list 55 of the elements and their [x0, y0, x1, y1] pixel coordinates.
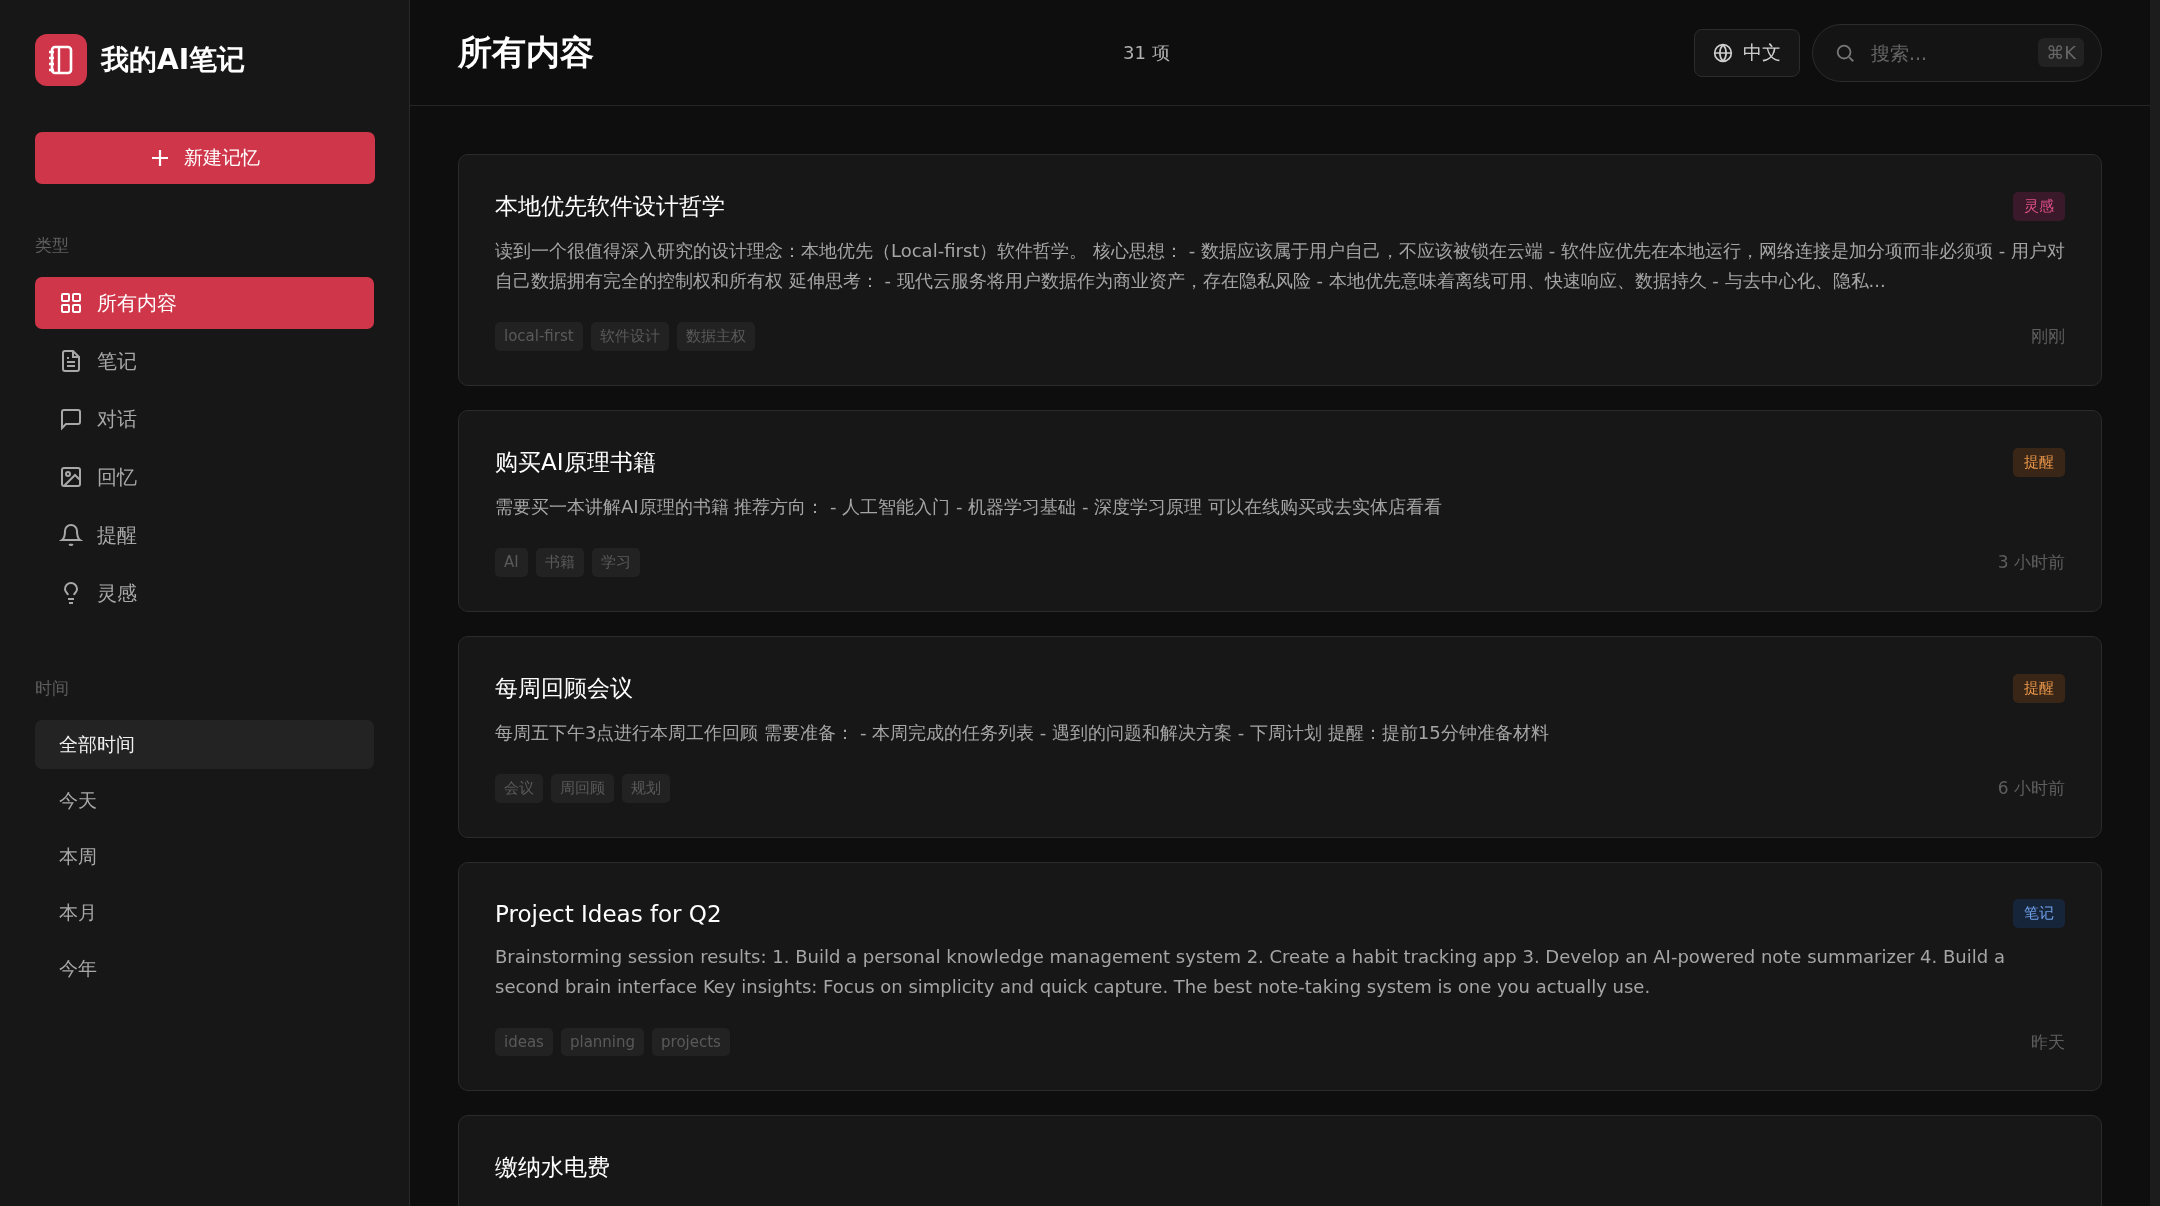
card-title: 每周回顾会议 — [495, 674, 633, 703]
section-label: 时间 — [35, 677, 70, 700]
tag: planning — [560, 1028, 645, 1056]
tag: AI — [495, 548, 528, 577]
nav-item[interactable]: 回忆 — [35, 451, 374, 503]
memory-card[interactable] — [458, 862, 2102, 1091]
card-text: 读到一个很值得深入研究的设计理念：本地优先（Local-first）软件哲学。 核心思想： - 数据应该属于用户自己，不应该被锁在云端 - 软件应优先在本地运行，网络连接是加分项而非必须项 - 用户对自己数据拥有完全的控制权和所有权 延伸思考： - 现代云服务将用户数据作为商业资产，存在隐私风险 - 本地优先意味着离线可用、快速响应、数据持久 - 与去中心化、隐私... — [495, 239, 2065, 293]
time-filter-item[interactable]: 今年 — [35, 944, 374, 993]
card-text: 每周五下午3点进行本周工作回顾 需要准备： - 本周完成的任务列表 - 遇到的问题和解决方案 - 下周计划 提醒：提前15分钟准备材料 — [495, 721, 1550, 745]
nav-item[interactable]: 对话 — [35, 393, 374, 445]
timestamp: 昨天 — [2031, 1030, 2065, 1054]
app-title: 我的AI笔记 — [101, 42, 246, 78]
card-text: 需要买一本讲解AI原理的书籍 推荐方向： - 人工智能入门 - 机器学习基础 - 深度学习原理 可以在线购买或去实体店看看 — [495, 495, 1443, 519]
card-text: Brainstorming session results: 1. Build a personal knowledge management system 2. Create a habit tracking app 3. Develop an AI-powered note summarizer 4. Build a second brain interface Key insights: Focus on simplicity and quick capture. The best note-taking system is one you actually use. — [495, 945, 2006, 999]
category-tag: 提醒 — [2013, 674, 2065, 703]
card-title: 缴纳水电费 — [495, 1153, 610, 1182]
notebook-logo-icon — [35, 34, 87, 86]
chat-icon — [59, 407, 83, 431]
item-count: 31 项 — [1123, 40, 1170, 65]
timestamp: 刚刚 — [2031, 325, 2065, 348]
timestamp: 3 小时前 — [1997, 551, 2065, 574]
time-filter-item[interactable]: 本周 — [35, 832, 374, 881]
time-filter-item[interactable]: 全部时间 — [35, 720, 374, 769]
tag: projects — [652, 1028, 730, 1056]
category-tag: 笔记 — [2013, 899, 2065, 928]
card-title: Project Ideas for Q2 — [495, 900, 722, 927]
time-filter-item[interactable]: 本月 — [35, 888, 374, 937]
card-title: 本地优先软件设计哲学 — [495, 192, 725, 221]
tag: 规划 — [622, 774, 670, 803]
memory-card[interactable]: 缴纳水电费 — [458, 1115, 2102, 1206]
category-tag: 提醒 — [2013, 448, 2065, 477]
globe-icon — [1713, 42, 1733, 63]
nav-item[interactable]: 提醒 — [35, 509, 374, 561]
category-tag: 灵感 — [2013, 192, 2065, 221]
tag: 书籍 — [535, 548, 584, 577]
tag: ideas — [495, 1028, 553, 1056]
page-title: 所有内容 — [458, 30, 595, 74]
memory-card[interactable] — [458, 154, 2102, 386]
time-filter-item[interactable]: 今天 — [35, 776, 374, 825]
card-title: 购买AI原理书籍 — [495, 448, 656, 477]
tag: local-first — [495, 322, 583, 351]
nav-item[interactable]: 所有内容 — [35, 277, 374, 329]
bell-icon — [59, 523, 83, 547]
shortcut-hint: ⌘K — [2038, 37, 2084, 67]
new-memory-button[interactable]: 新建记忆 — [35, 132, 375, 184]
plus-icon — [150, 148, 170, 168]
timestamp: 6 小时前 — [1997, 777, 2065, 800]
document-icon — [59, 349, 83, 373]
grid-icon — [59, 291, 83, 315]
section-label: 类型 — [35, 234, 70, 257]
image-icon — [59, 465, 83, 489]
nav-item[interactable]: 笔记 — [35, 335, 374, 387]
nav-item[interactable]: 灵感 — [35, 567, 374, 619]
tag: 会议 — [495, 774, 543, 803]
language-button[interactable]: 中文 — [1694, 28, 1800, 77]
